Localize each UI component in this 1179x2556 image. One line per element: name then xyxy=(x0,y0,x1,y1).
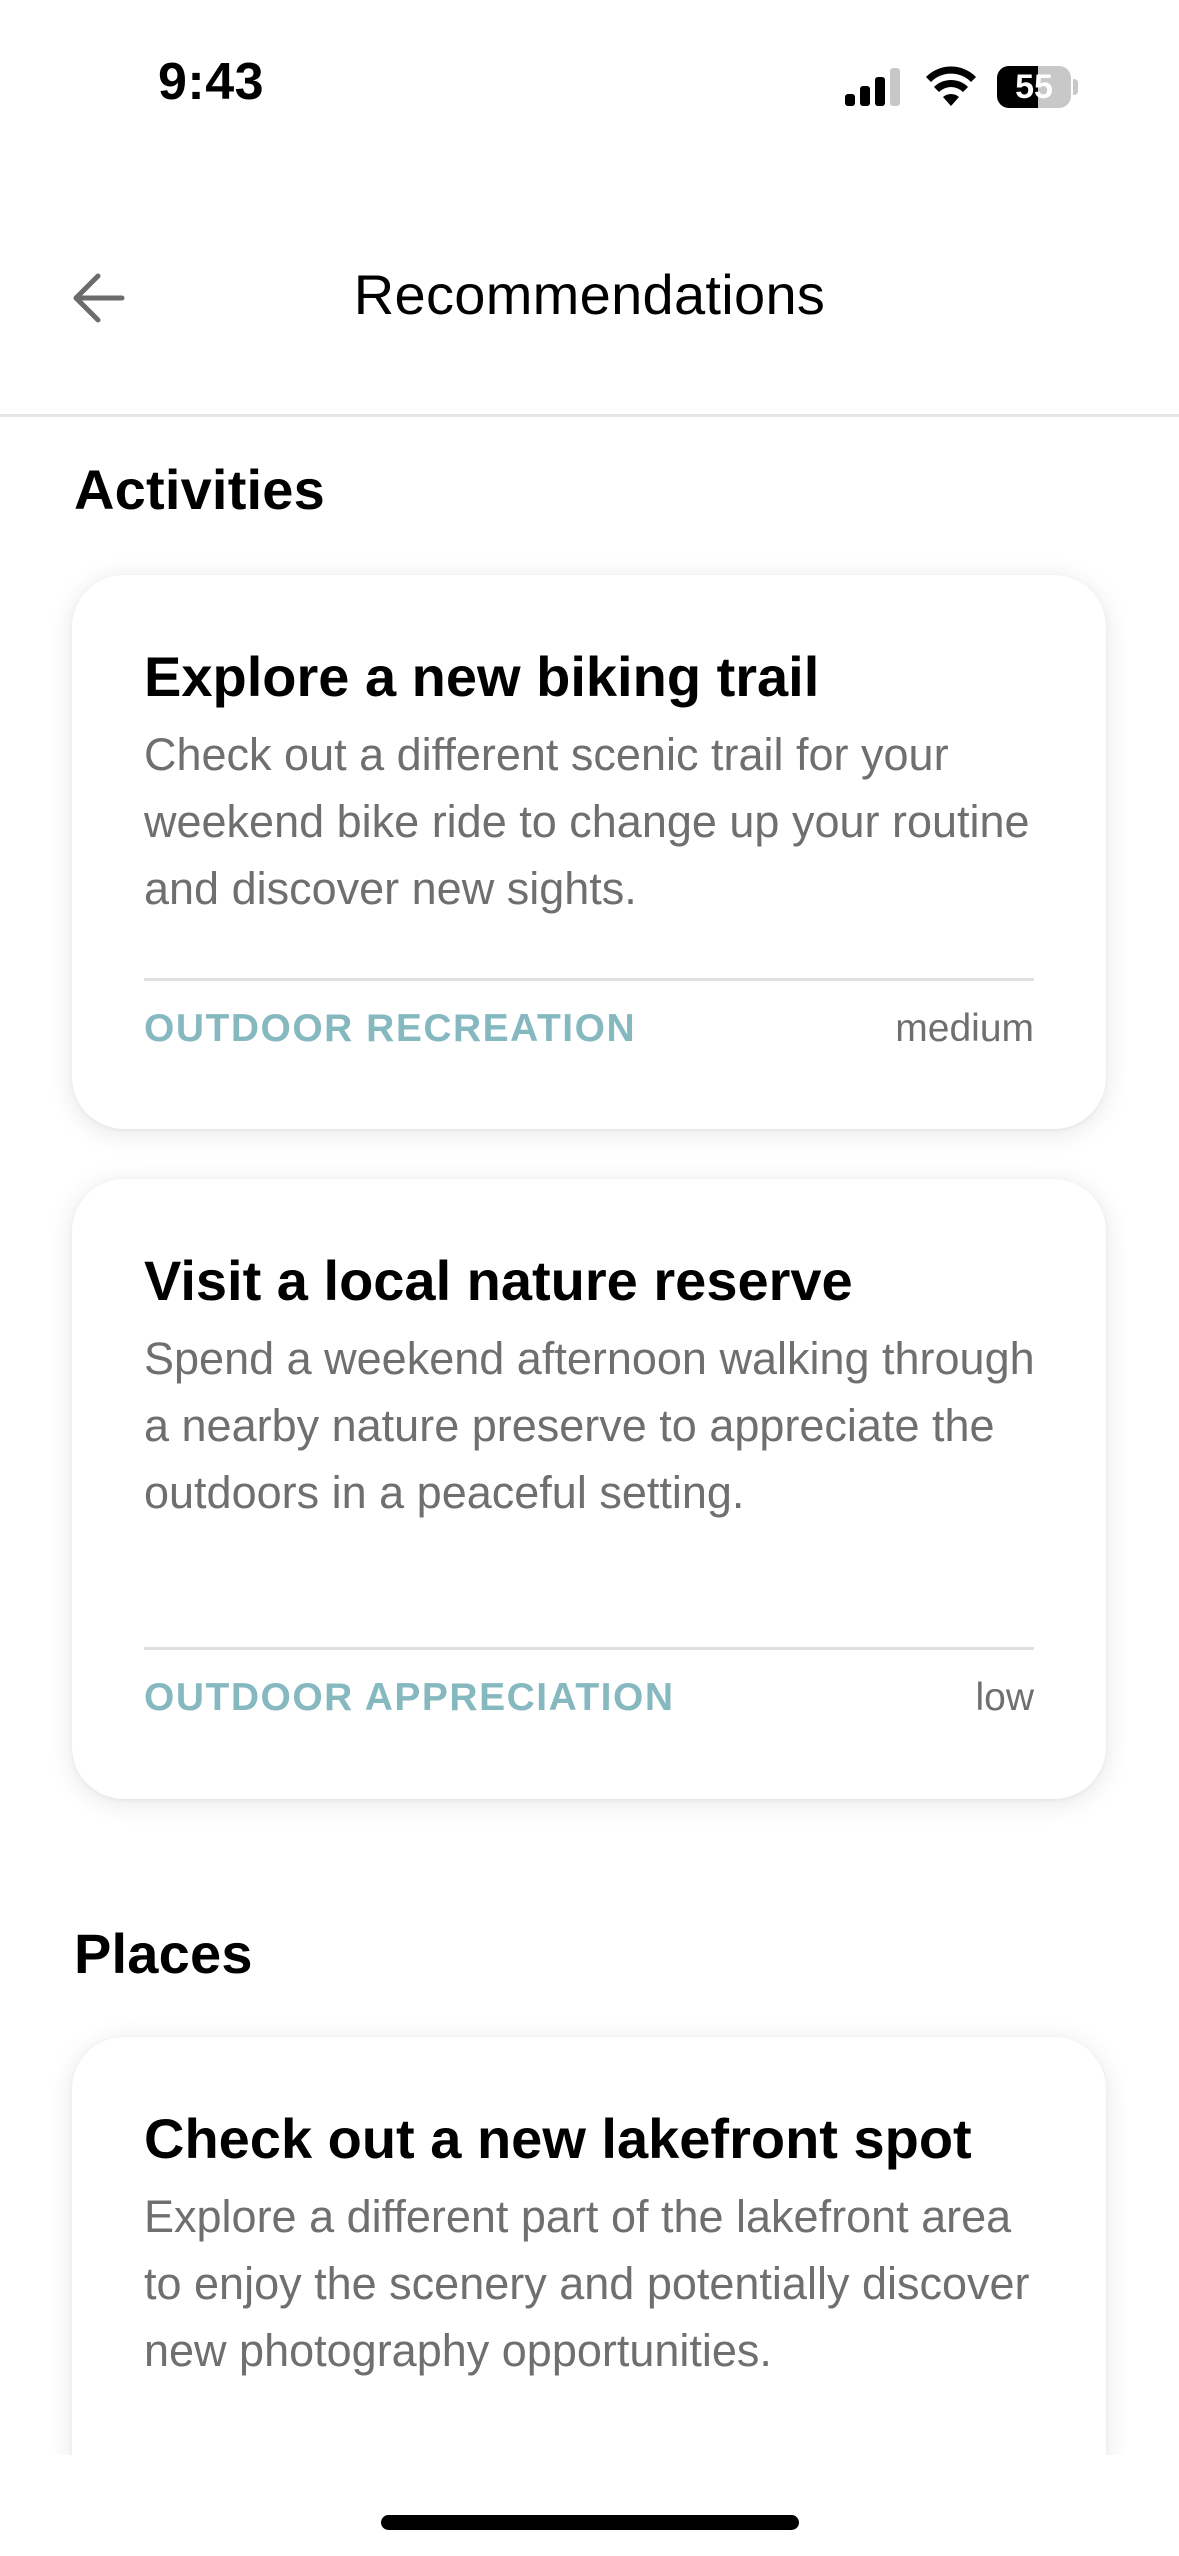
card-description: Spend a weekend afternoon walking throug… xyxy=(144,1333,1035,1518)
recommendation-card[interactable]: Explore a new biking trail Check out a d… xyxy=(72,575,1106,1129)
card-description: Explore a different part of the lakefron… xyxy=(144,2191,1030,2376)
card-title: Check out a new lakefront spot xyxy=(144,2107,972,2170)
card-category: OUTDOOR APPRECIATION xyxy=(144,1676,675,1719)
battery-percent: 55 xyxy=(1015,68,1053,106)
card-divider xyxy=(144,1647,1034,1650)
card-divider xyxy=(144,978,1034,981)
section-heading-activities: Activities xyxy=(74,458,325,521)
battery-icon: 55 xyxy=(997,66,1078,108)
card-title: Explore a new biking trail xyxy=(144,645,820,708)
card-description: Check out a different scenic trail for y… xyxy=(144,729,1030,914)
home-indicator[interactable] xyxy=(381,2515,799,2530)
card-level: medium xyxy=(895,1007,1034,1050)
recommendations-list[interactable]: Activities Explore a new biking trail Ch… xyxy=(0,417,1179,2455)
wifi-icon xyxy=(926,66,976,106)
page-title: Recommendations xyxy=(353,263,826,326)
card-category: OUTDOOR RECREATION xyxy=(144,1007,637,1050)
card-level: low xyxy=(975,1676,1034,1719)
recommendation-card[interactable]: Check out a new lakefront spot Explore a… xyxy=(72,2037,1106,2455)
signal-icon xyxy=(845,68,900,106)
recommendation-card[interactable]: Visit a local nature reserve Spend a wee… xyxy=(72,1179,1106,1799)
status-time: 9:43 xyxy=(158,53,265,111)
status-bar: 9:43 55 xyxy=(0,0,1179,170)
card-title: Visit a local nature reserve xyxy=(144,1249,853,1312)
section-heading-places: Places xyxy=(74,1922,253,1985)
nav-header: Recommendations xyxy=(0,170,1179,417)
